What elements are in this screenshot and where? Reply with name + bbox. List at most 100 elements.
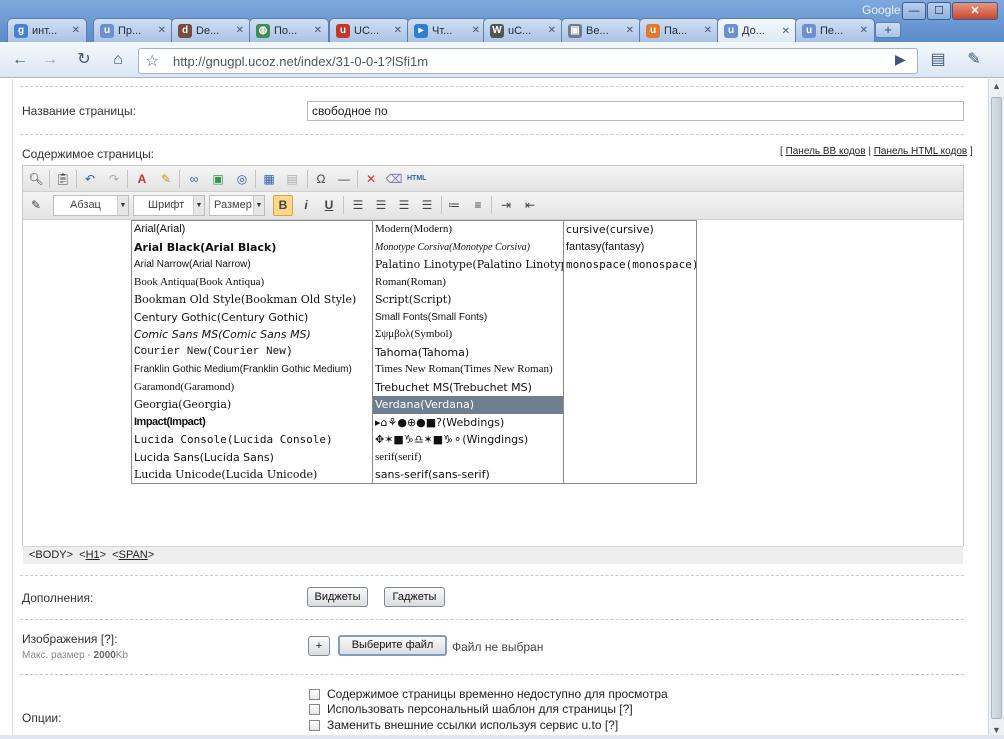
remove-format-icon[interactable]: ✕ [362, 170, 380, 188]
align-justify-icon[interactable]: ☰ [418, 196, 436, 214]
browser-tab[interactable]: u Пр... ✕ [93, 18, 173, 42]
browser-tab[interactable]: WuC... ✕ [483, 18, 563, 42]
table-edit-icon[interactable]: ▤ [283, 170, 301, 188]
flash-icon[interactable]: ◎ [233, 170, 251, 188]
gadgets-button[interactable]: Гаджеты [384, 587, 445, 607]
forward-arrow-icon[interactable]: → [38, 48, 62, 72]
html-source-icon[interactable]: HTML [407, 170, 426, 188]
table-icon[interactable]: ▦ [260, 170, 278, 188]
font-option[interactable]: serif(serif) [373, 449, 563, 467]
browser-tab[interactable]: ▣ Ве... ✕ [561, 18, 641, 42]
font-option[interactable]: Garamond(Garamond) [132, 379, 372, 397]
font-option[interactable]: ▸⌂⚘●⊕●■?(Webdings) [373, 414, 563, 432]
paragraph-format-select[interactable]: Абзац ▼ [53, 195, 129, 216]
font-option[interactable]: Trebuchet MS(Trebuchet MS) [373, 379, 563, 397]
indent-icon[interactable]: ⇥ [497, 196, 515, 214]
font-option[interactable]: Small Fonts(Small Fonts) [373, 309, 563, 327]
ordered-list-icon[interactable]: ≔ [445, 196, 463, 214]
eraser-icon[interactable]: ⌫ [385, 170, 403, 188]
tab-close-icon[interactable]: ✕ [626, 25, 634, 36]
scroll-thumb[interactable] [991, 97, 1002, 719]
font-option[interactable]: Century Gothic(Century Gothic) [132, 309, 372, 327]
tab-close-icon[interactable]: ✕ [314, 25, 322, 36]
font-option[interactable]: monospace(monospace) [564, 256, 696, 274]
browser-tab[interactable]: g инт... ✕ [7, 18, 87, 42]
editor-content-area[interactable]: Arial(Arial) Arial Black(Arial Black) Aria… [23, 220, 963, 564]
font-option[interactable]: Bookman Old Style(Bookman Old Style) [132, 291, 372, 309]
font-option[interactable]: Comic Sans MS(Comic Sans MS) [132, 326, 372, 344]
option-checkbox-uto[interactable] [309, 720, 320, 731]
back-arrow-icon[interactable]: ← [8, 48, 32, 72]
reload-icon[interactable]: ↻ [72, 48, 96, 72]
bookmark-star-icon[interactable]: ☆ [145, 51, 159, 71]
font-option[interactable]: Roman(Roman) [373, 274, 563, 292]
align-center-icon[interactable]: ☰ [372, 196, 390, 214]
browser-tab[interactable]: u Пе... ✕ [795, 18, 875, 42]
align-right-icon[interactable]: ☰ [395, 196, 413, 214]
go-icon[interactable]: ▶ [895, 51, 906, 68]
path-body[interactable]: <BODY> [29, 549, 73, 561]
option-checkbox-template[interactable] [309, 704, 320, 715]
bold-button[interactable]: B [273, 195, 293, 216]
font-option[interactable]: Verdana(Verdana) [373, 396, 563, 414]
highlight-icon[interactable]: ✎ [157, 170, 175, 188]
font-option[interactable]: Times New Roman(Times New Roman) [373, 361, 563, 379]
font-option[interactable]: Arial(Arial) [132, 221, 372, 239]
tab-close-icon[interactable]: ✕ [394, 25, 402, 36]
scroll-down-icon[interactable]: ▼ [992, 725, 1001, 735]
browser-tab[interactable]: ▸ Чт... ✕ [407, 18, 487, 42]
font-option[interactable]: Script(Script) [373, 291, 563, 309]
outdent-icon[interactable]: ⇤ [521, 196, 539, 214]
unordered-list-icon[interactable]: ≡ [469, 196, 487, 214]
font-option[interactable]: Lucida Sans(Lucida Sans) [132, 449, 372, 467]
font-option[interactable]: ✥✶■♑♎✶■♑⚬(Wingdings) [373, 431, 563, 449]
tab-close-icon[interactable]: ✕ [72, 25, 80, 36]
underline-button[interactable]: U [320, 196, 338, 214]
browser-tab[interactable]: ◍ По... ✕ [249, 18, 329, 42]
font-option[interactable]: cursive(cursive) [564, 221, 696, 239]
html-panel-link[interactable]: Панель HTML кодов [874, 146, 968, 157]
font-option[interactable]: Lucida Console(Lucida Console) [132, 431, 372, 449]
font-option[interactable]: Palatino Linotype(Palatino Linotype) [373, 256, 563, 274]
add-image-button[interactable]: + [308, 636, 330, 656]
font-option[interactable]: sans-serif(sans-serif) [373, 466, 563, 484]
close-window-button[interactable]: ✕ [952, 2, 998, 20]
maximize-button[interactable]: ☐ [927, 2, 951, 20]
browser-tab[interactable]: u До... ✕ [717, 18, 797, 43]
page-scrollbar[interactable]: ▲ ▼ [988, 79, 1004, 739]
path-span[interactable]: SPAN [119, 549, 148, 561]
font-option[interactable]: Σψμβολ(Symbol) [373, 326, 563, 344]
paste-icon[interactable]: 📋︎ [54, 170, 72, 188]
tab-close-icon[interactable]: ✕ [548, 25, 556, 36]
scroll-up-icon[interactable]: ▲ [992, 81, 1001, 91]
horizontal-rule-icon[interactable]: — [335, 170, 353, 188]
tab-close-icon[interactable]: ✕ [158, 25, 166, 36]
page-menu-icon[interactable]: ▤ [926, 48, 950, 72]
address-bar[interactable]: ☆ http://gnugpl.ucoz.net/index/31-0-0-1?… [138, 48, 918, 74]
tab-close-icon[interactable]: ✕ [782, 26, 790, 37]
image-insert-icon[interactable]: ▣ [209, 170, 227, 188]
redo-icon[interactable]: ↷ [105, 170, 123, 188]
url-text[interactable]: http://gnugpl.ucoz.net/index/31-0-0-1?lS… [173, 54, 428, 69]
tab-close-icon[interactable]: ✕ [236, 25, 244, 36]
link-icon[interactable]: ∞ [185, 170, 203, 188]
font-option[interactable]: Arial Black(Arial Black) [132, 239, 372, 257]
tab-close-icon[interactable]: ✕ [704, 25, 712, 36]
font-option[interactable]: Tahoma(Tahoma) [373, 344, 563, 362]
browser-tab[interactable]: u Па... ✕ [639, 18, 719, 42]
font-option[interactable]: Franklin Gothic Medium(Franklin Gothic M… [132, 361, 372, 379]
browser-tab[interactable]: u UC... ✕ [329, 18, 409, 42]
tab-close-icon[interactable]: ✕ [472, 25, 480, 36]
text-color-icon[interactable]: A [133, 170, 151, 188]
align-left-icon[interactable]: ☰ [349, 196, 367, 214]
wrench-menu-icon[interactable]: ✎ [962, 48, 986, 72]
tab-close-icon[interactable]: ✕ [860, 25, 868, 36]
widgets-button[interactable]: Виджеты [307, 587, 368, 607]
new-tab-button[interactable]: + [875, 22, 901, 38]
font-option[interactable]: Courier New(Courier New) [132, 344, 372, 362]
font-option[interactable]: Book Antiqua(Book Antiqua) [132, 274, 372, 292]
path-h1[interactable]: H1 [86, 549, 100, 561]
option-checkbox-unavailable[interactable] [309, 689, 320, 700]
font-option[interactable]: Monotype Corsiva(Monotype Corsiva) [373, 239, 563, 257]
bb-panel-link[interactable]: Панель BB кодов [786, 146, 866, 157]
